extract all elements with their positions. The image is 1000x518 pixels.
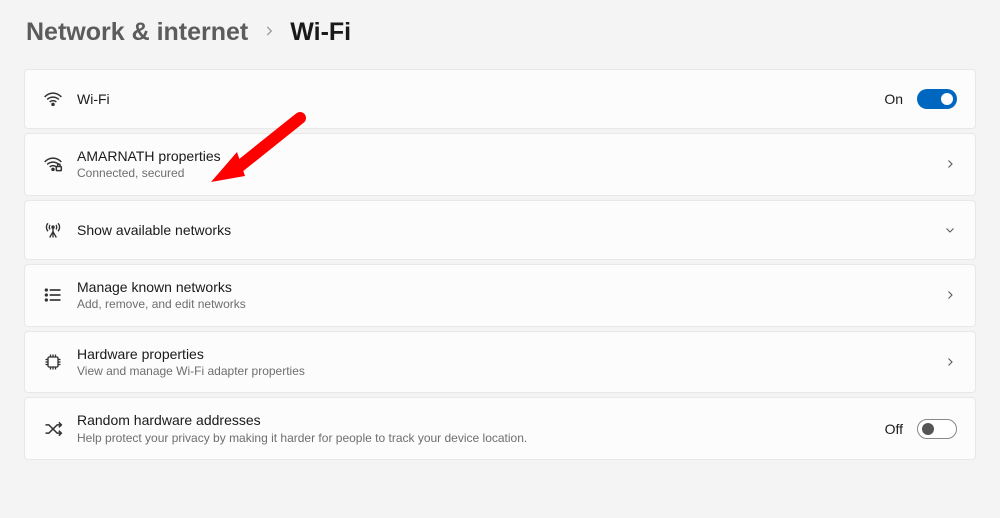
chevron-right-icon <box>943 355 957 369</box>
row-known-sub: Add, remove, and edit networks <box>77 297 943 313</box>
settings-list: Wi-Fi On AMARNATH properties Connected, … <box>24 69 976 460</box>
row-available-title: Show available networks <box>77 221 943 239</box>
row-random-state: Off <box>885 421 903 437</box>
row-known-networks[interactable]: Manage known networks Add, remove, and e… <box>24 264 976 327</box>
row-wifi-state: On <box>884 91 903 107</box>
random-hardware-toggle[interactable] <box>917 419 957 439</box>
chevron-right-icon <box>943 157 957 171</box>
chevron-right-icon <box>262 22 276 43</box>
row-hardware-title: Hardware properties <box>77 345 943 363</box>
row-random-title: Random hardware addresses <box>77 411 885 429</box>
row-known-title: Manage known networks <box>77 278 943 296</box>
row-random-sub: Help protect your privacy by making it h… <box>77 431 885 447</box>
chip-icon <box>43 352 77 372</box>
row-wifi-title: Wi-Fi <box>77 90 884 108</box>
wifi-secured-icon <box>43 154 77 174</box>
wifi-icon <box>43 89 77 109</box>
list-icon <box>43 285 77 305</box>
row-available-networks[interactable]: Show available networks <box>24 200 976 260</box>
row-network-title: AMARNATH properties <box>77 147 943 165</box>
row-random-hardware[interactable]: Random hardware addresses Help protect y… <box>24 397 976 460</box>
shuffle-icon <box>43 419 77 439</box>
breadcrumb: Network & internet Wi-Fi <box>24 18 976 47</box>
row-hardware-properties[interactable]: Hardware properties View and manage Wi-F… <box>24 331 976 394</box>
breadcrumb-current: Wi-Fi <box>290 18 351 47</box>
antenna-icon <box>43 220 77 240</box>
wifi-toggle[interactable] <box>917 89 957 109</box>
row-network-sub: Connected, secured <box>77 166 943 182</box>
row-wifi[interactable]: Wi-Fi On <box>24 69 976 129</box>
breadcrumb-parent[interactable]: Network & internet <box>26 18 248 47</box>
chevron-right-icon <box>943 288 957 302</box>
row-network-properties[interactable]: AMARNATH properties Connected, secured <box>24 133 976 196</box>
row-hardware-sub: View and manage Wi-Fi adapter properties <box>77 364 943 380</box>
chevron-down-icon <box>943 223 957 237</box>
